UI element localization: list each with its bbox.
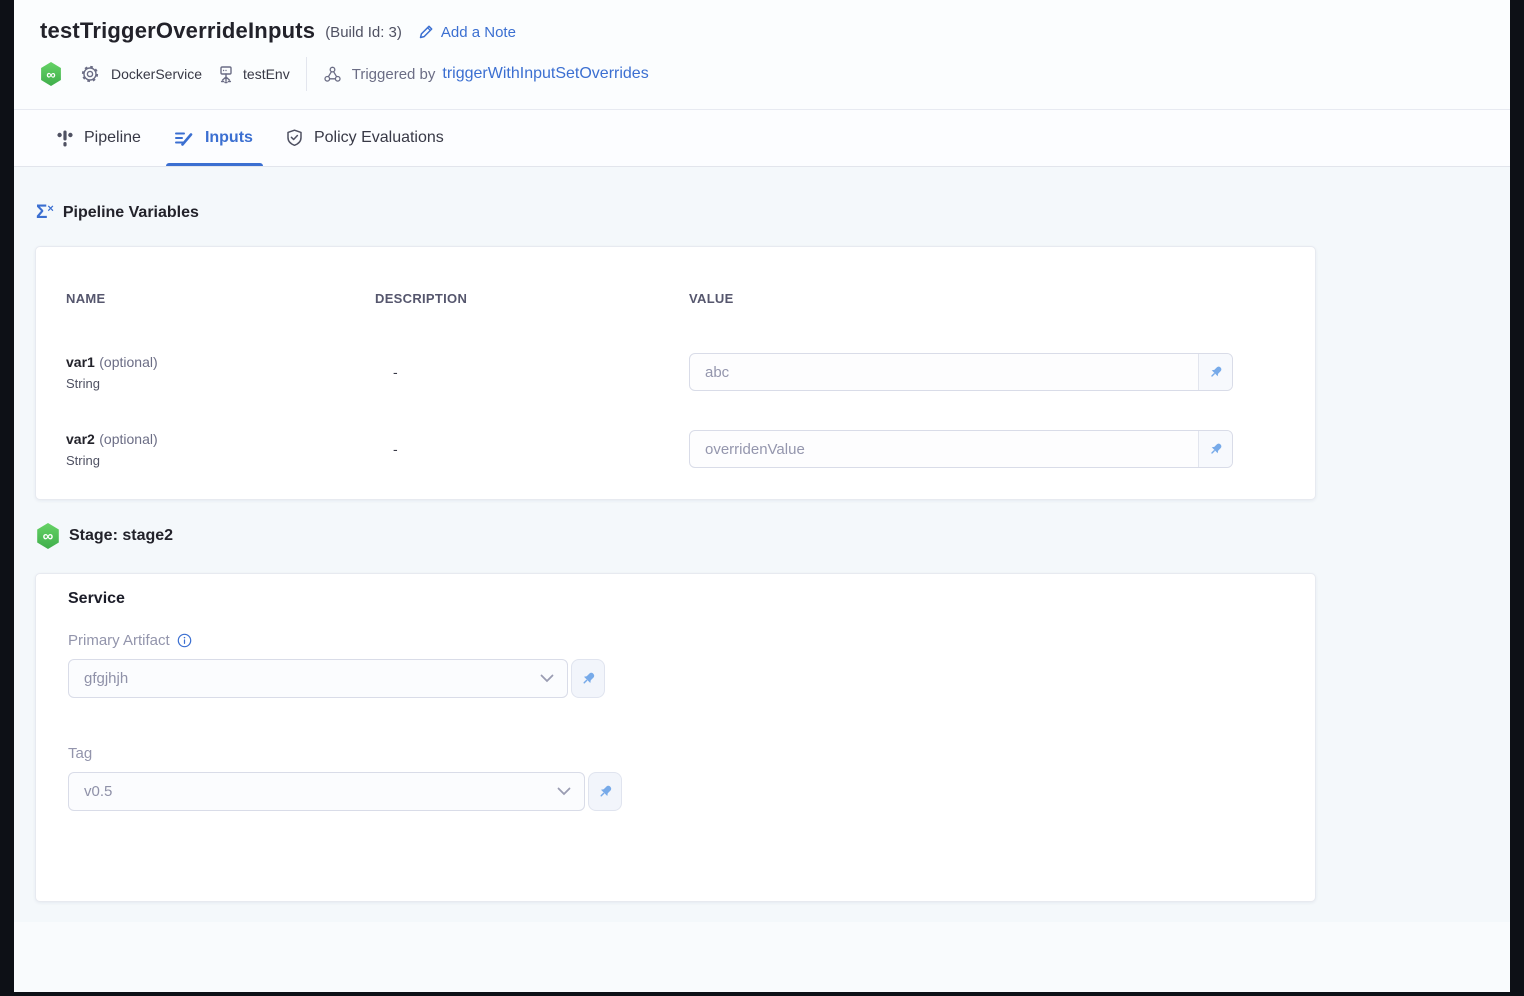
- tag-row: v0.5: [68, 772, 1285, 811]
- execution-page: testTriggerOverrideInputs (Build Id: 3) …: [14, 0, 1510, 992]
- environment-icon: [217, 65, 235, 84]
- variable-name: var2: [66, 431, 95, 447]
- variables-sigma-icon: Σ×: [36, 203, 54, 222]
- header-divider: [306, 57, 307, 91]
- variable-value-cell: abc: [689, 353, 1285, 391]
- variable-name-cell: var2 (optional) String: [66, 431, 375, 468]
- chevron-down-icon: [557, 787, 571, 796]
- tab-policy-evaluations[interactable]: Policy Evaluations: [286, 110, 444, 166]
- tab-policy-evaluations-label: Policy Evaluations: [314, 129, 444, 147]
- pipeline-variables-card: NAME DESCRIPTION VALUE var1 (optional) S…: [35, 246, 1316, 500]
- build-id-label: (Build Id: 3): [325, 24, 402, 41]
- tag-select[interactable]: v0.5: [68, 772, 585, 811]
- stage-title: Stage: stage2: [69, 527, 173, 545]
- variable-row-var2: var2 (optional) String - overridenValue: [66, 430, 1285, 468]
- bottom-spacer: [14, 922, 1510, 992]
- service-section-title: Service: [68, 590, 1285, 608]
- variable-description: -: [375, 441, 689, 457]
- stage-section-header: ∞ Stage: stage2: [36, 523, 1510, 549]
- pin-button[interactable]: [571, 659, 605, 698]
- variable-row-var1: var1 (optional) String - abc: [66, 353, 1285, 391]
- add-note-button[interactable]: Add a Note: [418, 24, 516, 41]
- tag-label: Tag: [68, 745, 92, 762]
- primary-artifact-label-row: Primary Artifact: [68, 632, 1285, 649]
- tab-pipeline[interactable]: Pipeline: [57, 110, 141, 166]
- primary-artifact-row: gfgjhjh: [68, 659, 1285, 698]
- pin-button[interactable]: [588, 772, 622, 811]
- environment-name-label: testEnv: [243, 66, 290, 82]
- pin-button[interactable]: [1198, 354, 1232, 390]
- variable-name-cell: var1 (optional) String: [66, 354, 375, 391]
- pipeline-icon: [57, 130, 73, 147]
- variable-value-input[interactable]: overridenValue: [689, 430, 1233, 468]
- title-row: testTriggerOverrideInputs (Build Id: 3) …: [40, 14, 1510, 48]
- variable-value-cell: overridenValue: [689, 430, 1285, 468]
- tab-inputs-label: Inputs: [205, 129, 253, 147]
- variable-value-input[interactable]: abc: [689, 353, 1233, 391]
- pin-button[interactable]: [1198, 431, 1232, 467]
- column-header-description: DESCRIPTION: [375, 291, 689, 306]
- pipeline-variables-title: Pipeline Variables: [63, 204, 199, 222]
- page-header: testTriggerOverrideInputs (Build Id: 3) …: [14, 0, 1510, 110]
- screen: testTriggerOverrideInputs (Build Id: 3) …: [0, 0, 1524, 996]
- variable-type: String: [66, 453, 375, 468]
- trigger-webhook-icon: [323, 65, 342, 84]
- gear-icon: [80, 64, 100, 84]
- pipeline-variables-section-header: Σ× Pipeline Variables: [36, 203, 1510, 222]
- triggered-by-label: Triggered by: [352, 66, 436, 83]
- add-note-label: Add a Note: [441, 24, 516, 41]
- chevron-down-icon: [540, 674, 554, 683]
- service-card: Service Primary Artifact gfgjhjh: [35, 573, 1316, 902]
- tab-pipeline-label: Pipeline: [84, 129, 141, 147]
- page-title: testTriggerOverrideInputs: [40, 18, 315, 44]
- variable-qualifier: (optional): [99, 431, 157, 447]
- variable-qualifier: (optional): [99, 354, 157, 370]
- stage-icon: ∞: [36, 523, 60, 549]
- inputs-icon: [174, 129, 194, 147]
- pencil-icon: [418, 24, 434, 40]
- tab-inputs[interactable]: Inputs: [174, 110, 253, 166]
- info-icon[interactable]: [177, 633, 192, 648]
- pipeline-stage-icon: ∞: [40, 62, 62, 86]
- shield-check-icon: [286, 129, 303, 147]
- trigger-link[interactable]: triggerWithInputSetOverrides: [442, 65, 648, 83]
- variable-type: String: [66, 376, 375, 391]
- variables-table-header: NAME DESCRIPTION VALUE: [66, 247, 1285, 306]
- inputs-content: Σ× Pipeline Variables NAME DESCRIPTION V…: [14, 167, 1510, 902]
- column-header-value: VALUE: [689, 291, 1285, 306]
- primary-artifact-select[interactable]: gfgjhjh: [68, 659, 568, 698]
- variable-name: var1: [66, 354, 95, 370]
- variable-description: -: [375, 364, 689, 380]
- primary-artifact-label: Primary Artifact: [68, 632, 170, 649]
- meta-row: ∞ DockerService: [40, 58, 1510, 90]
- service-name-label: DockerService: [111, 66, 202, 82]
- tag-label-row: Tag: [68, 745, 1285, 762]
- tab-bar: Pipeline Inputs: [14, 110, 1510, 167]
- column-header-name: NAME: [66, 291, 375, 306]
